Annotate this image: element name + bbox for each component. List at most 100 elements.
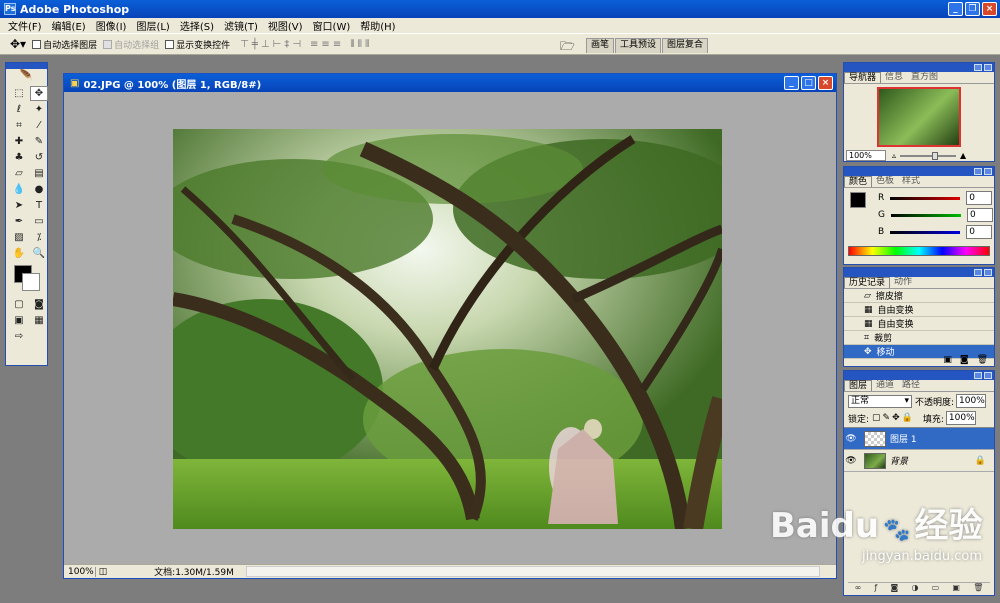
horizontal-scrollbar[interactable] [246,566,820,577]
dodge-tool-icon[interactable]: ● [30,182,48,197]
distribute-bottom-icon[interactable]: ≡ [333,39,341,50]
menu-view[interactable]: 视图(V) [263,18,308,33]
menu-layer[interactable]: 图层(L) [131,18,174,33]
align-bottom-icon[interactable]: ⊥ [261,39,270,50]
tab-info[interactable]: 信息 [881,72,907,83]
distribute-top-icon[interactable]: ≡ [310,39,318,50]
history-brush-tool-icon[interactable]: ↺ [30,150,48,165]
menu-edit[interactable]: 编辑(E) [47,18,91,33]
green-value[interactable]: 0 [966,208,993,222]
tab-paths[interactable]: 路径 [898,380,924,391]
eraser-tool-icon[interactable]: ▱ [10,166,28,181]
minimize-button[interactable]: _ [948,2,963,16]
distribute-hcenter-icon[interactable]: ⦀ [358,39,362,50]
new-snapshot-icon[interactable]: ◙ [960,355,969,365]
doc-maximize-button[interactable]: □ [801,76,816,90]
align-left-icon[interactable]: ⊢ [273,39,282,50]
show-transform-option[interactable]: 显示变换控件 [165,38,230,51]
gradient-tool-icon[interactable]: ▤ [30,166,48,181]
menu-image[interactable]: 图像(I) [91,18,132,33]
eyedropper-tool-icon[interactable]: ⁒ [30,230,48,245]
menu-select[interactable]: 选择(S) [175,18,219,33]
color-fg-swatch[interactable] [850,192,866,208]
tab-navigator[interactable]: 导航器 [844,72,882,83]
layer-row-layer1[interactable]: 👁 图层 1 [844,428,994,450]
delete-state-icon[interactable]: 🗑 [977,355,988,365]
clone-stamp-tool-icon[interactable]: ♣ [10,150,28,165]
image-canvas[interactable] [173,129,722,529]
well-tab-tool-presets[interactable]: 工具预设 [615,38,662,53]
restore-button[interactable]: ❐ [965,2,980,16]
history-item[interactable]: ▱ 擦皮擦 [844,289,994,303]
type-tool-icon[interactable]: T [30,198,48,213]
tab-styles[interactable]: 样式 [898,176,924,187]
document-zoom[interactable]: 100% [64,566,96,577]
align-hcenter-icon[interactable]: ‡ [284,39,289,50]
auto-select-layer-checkbox[interactable] [32,39,42,49]
standard-mode-icon[interactable]: ▢ [10,297,28,312]
close-button[interactable]: × [982,2,997,16]
screen-mode-icon[interactable]: ▣ [10,313,28,328]
fill-field[interactable]: 100% [945,411,976,425]
history-item[interactable]: ⌗ 裁剪 [844,331,994,345]
align-right-icon[interactable]: ⊣ [292,39,301,50]
slice-tool-icon[interactable]: ⁄ [30,118,48,133]
jump-to-imageready-icon[interactable]: ⇨ [10,329,28,344]
file-browser-icon[interactable]: 🗁 [560,37,575,58]
lasso-tool-icon[interactable]: ℓ [10,102,28,117]
move-tool-preset-icon[interactable]: ✥▾ [10,37,26,51]
full-screen-mode-icon[interactable]: ▦ [30,313,48,328]
well-tab-layer-comps[interactable]: 图层复合 [662,38,709,53]
lock-icons[interactable]: ▢✎✥🔒 [872,413,915,423]
marquee-tool-icon[interactable]: ⬚ [10,86,28,101]
align-vcenter-icon[interactable]: ╪ [252,39,258,50]
align-top-icon[interactable]: ⊤ [240,39,249,50]
history-item[interactable]: ▦ 自由变换 [844,317,994,331]
feather-icon[interactable]: 🪶 [6,69,47,83]
move-tool-icon[interactable]: ✥ [30,86,48,101]
tab-history[interactable]: 历史记录 [844,277,891,288]
hand-tool-icon[interactable]: ✋ [10,246,28,261]
tab-actions[interactable]: 动作 [890,277,916,288]
new-document-from-state-icon[interactable]: ▣ [943,355,952,365]
doc-minimize-button[interactable]: _ [784,76,799,90]
navigator-zoom[interactable]: 100% [846,150,886,161]
quick-mask-mode-icon[interactable]: ◙ [30,297,48,312]
menu-filter[interactable]: 滤镜(T) [219,18,263,33]
color-spectrum-bar[interactable] [848,246,990,256]
magic-wand-tool-icon[interactable]: ✦ [30,102,48,117]
eye-icon[interactable]: 👁 [844,456,858,466]
eye-icon[interactable]: 👁 [844,434,858,444]
blue-value[interactable]: 0 [966,225,993,239]
menu-help[interactable]: 帮助(H) [355,18,400,33]
tab-swatches[interactable]: 色板 [872,176,898,187]
blur-tool-icon[interactable]: 💧 [10,182,28,197]
show-transform-checkbox[interactable] [165,39,175,49]
status-preview-icon[interactable]: ◫ [96,567,110,577]
crop-tool-icon[interactable]: ⌗ [10,118,28,133]
tab-layers[interactable]: 图层 [844,380,873,391]
path-selection-tool-icon[interactable]: ➤ [10,198,28,213]
navigator-thumbnail[interactable] [877,87,961,147]
blend-mode-select[interactable]: 正常 ▾ [848,394,912,408]
red-slider[interactable] [890,196,961,200]
distribute-right-icon[interactable]: ⦀ [365,39,369,50]
healing-brush-tool-icon[interactable]: ✚ [10,134,28,149]
distribute-vcenter-icon[interactable]: ≡ [321,39,329,50]
zoom-tool-icon[interactable]: 🔍 [30,246,48,261]
layer-row-background[interactable]: 👁 背景 🔒 [844,450,994,472]
background-color-swatch[interactable] [22,273,40,291]
auto-select-layer-option[interactable]: 自动选择图层 [32,38,97,51]
distribute-left-icon[interactable]: ⦀ [350,39,354,50]
navigator-zoom-slider[interactable] [900,151,957,160]
opacity-field[interactable]: 100% [956,394,987,408]
blue-slider[interactable] [890,230,961,234]
history-item[interactable]: ▦ 自由变换 [844,303,994,317]
pen-tool-icon[interactable]: ✒ [10,214,28,229]
brush-tool-icon[interactable]: ✎ [30,134,48,149]
menu-window[interactable]: 窗口(W) [308,18,356,33]
shape-tool-icon[interactable]: ▭ [30,214,48,229]
tab-color[interactable]: 颜色 [844,176,873,187]
well-tab-brushes[interactable]: 画笔 [586,38,615,53]
zoom-in-icon[interactable]: ▲ [960,151,966,160]
